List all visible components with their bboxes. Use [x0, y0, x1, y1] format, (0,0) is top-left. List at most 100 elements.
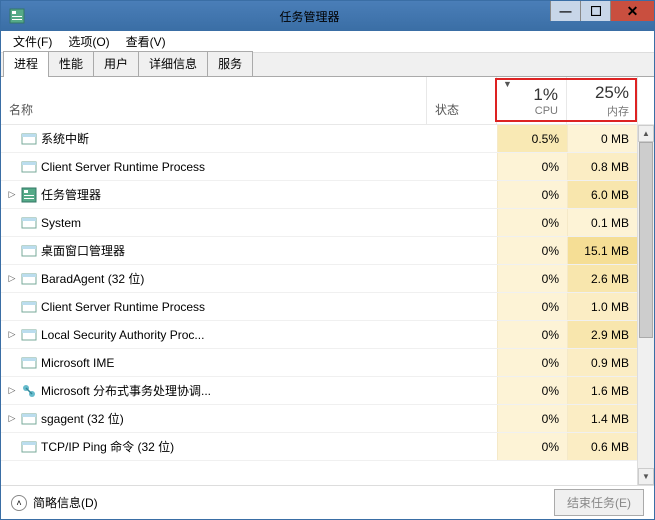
process-name: 系统中断 [41, 130, 89, 147]
process-icon [21, 243, 37, 259]
cpu-label: CPU [535, 105, 558, 117]
tab-processes[interactable]: 进程 [3, 51, 49, 77]
menu-file[interactable]: 文件(F) [5, 31, 60, 52]
mem-total-pct: 25% [595, 83, 629, 103]
table-row[interactable]: ▷BaradAgent (32 位)0%2.6 MB [1, 265, 637, 293]
cell-memory: 0 MB [567, 125, 637, 152]
expand-icon[interactable]: ▷ [7, 329, 17, 340]
process-icon [21, 299, 37, 315]
scroll-down-button[interactable]: ▼ [638, 468, 654, 485]
cpu-total-pct: 1% [533, 85, 558, 105]
scroll-up-button[interactable]: ▲ [638, 125, 654, 142]
expand-icon[interactable]: ▷ [7, 189, 17, 200]
table-row[interactable]: ▷Microsoft 分布式事务处理协调... 0%1.6 MB [1, 377, 637, 405]
table-row[interactable]: ▷任务管理器0%6.0 MB [1, 181, 637, 209]
scroll-track[interactable] [638, 142, 654, 468]
minimize-button[interactable]: — [550, 1, 580, 21]
cell-cpu: 0% [497, 377, 567, 404]
scroll-spacer [637, 77, 654, 124]
tab-performance[interactable]: 性能 [48, 51, 94, 76]
tab-services[interactable]: 服务 [207, 51, 253, 76]
cell-memory: 0.6 MB [567, 433, 637, 460]
cell-memory: 15.1 MB [567, 237, 637, 264]
column-headers: 名称 状态 ▼ 1% CPU 25% 内存 [1, 77, 654, 125]
cell-memory: 0.1 MB [567, 209, 637, 236]
table-row[interactable]: ▷Client Server Runtime Process 0%1.0 MB [1, 293, 637, 321]
process-name: Microsoft IME [41, 356, 114, 370]
tab-details[interactable]: 详细信息 [138, 51, 208, 76]
cell-name: ▷桌面窗口管理器 [1, 242, 427, 259]
table-row[interactable]: ▷Local Security Authority Proc... 0%2.9 M… [1, 321, 637, 349]
process-name: 桌面窗口管理器 [41, 242, 125, 259]
table-row[interactable]: ▷Client Server Runtime Process 0%0.8 MB [1, 153, 637, 181]
maximize-button[interactable] [580, 1, 610, 21]
process-icon [21, 383, 37, 399]
tab-users[interactable]: 用户 [93, 51, 139, 76]
fewer-details-label: 简略信息(D) [33, 494, 98, 511]
scroll-thumb[interactable] [639, 142, 653, 338]
cell-name: ▷Microsoft 分布式事务处理协调... [1, 382, 427, 399]
cell-cpu: 0% [497, 349, 567, 376]
table-row[interactable]: ▷TCP/IP Ping 命令 (32 位) 0%0.6 MB [1, 433, 637, 461]
cell-cpu: 0% [497, 153, 567, 180]
cell-cpu: 0% [497, 181, 567, 208]
chevron-up-icon: ˄ [11, 495, 27, 511]
process-icon [21, 131, 37, 147]
vertical-scrollbar[interactable]: ▲ ▼ [637, 125, 654, 485]
menu-view[interactable]: 查看(V) [118, 31, 174, 52]
window-controls: — ✕ [550, 1, 654, 21]
header-status[interactable]: 状态 [427, 77, 497, 124]
cell-cpu: 0.5% [497, 125, 567, 152]
cell-name: ▷Client Server Runtime Process [1, 299, 427, 315]
table-row[interactable]: ▷Microsoft IME0%0.9 MB [1, 349, 637, 377]
mem-label: 内存 [607, 103, 629, 119]
table-row[interactable]: ▷sgagent (32 位)0%1.4 MB [1, 405, 637, 433]
cell-name: ▷System [1, 215, 427, 231]
process-icon [21, 187, 37, 203]
close-button[interactable]: ✕ [610, 1, 654, 21]
table-row[interactable]: ▷系统中断0.5%0 MB [1, 125, 637, 153]
end-task-button[interactable]: 结束任务(E) [554, 489, 644, 516]
fewer-details-toggle[interactable]: ˄ 简略信息(D) [11, 494, 98, 511]
cell-memory: 0.8 MB [567, 153, 637, 180]
footer-bar: ˄ 简略信息(D) 结束任务(E) [1, 485, 654, 519]
menu-options[interactable]: 选项(O) [60, 31, 117, 52]
cell-name: ▷ 任务管理器 [1, 186, 427, 203]
cell-name: ▷Local Security Authority Proc... [1, 327, 427, 343]
process-name: BaradAgent (32 位) [41, 270, 144, 287]
cell-memory: 1.6 MB [567, 377, 637, 404]
process-name: TCP/IP Ping 命令 (32 位) [41, 438, 174, 455]
cell-cpu: 0% [497, 293, 567, 320]
header-memory[interactable]: 25% 内存 [567, 77, 637, 124]
process-icon [21, 439, 37, 455]
process-rows: ▷系统中断0.5%0 MB▷Client Server Runtime Proc… [1, 125, 637, 485]
tabbar: 进程 性能 用户 详细信息 服务 [1, 53, 654, 77]
process-icon [21, 159, 37, 175]
cell-cpu: 0% [497, 405, 567, 432]
cell-memory: 0.9 MB [567, 349, 637, 376]
process-name: 任务管理器 [41, 186, 101, 203]
expand-icon[interactable]: ▷ [7, 413, 17, 424]
table-row[interactable]: ▷桌面窗口管理器0%15.1 MB [1, 237, 637, 265]
process-table-body: ▷系统中断0.5%0 MB▷Client Server Runtime Proc… [1, 125, 654, 485]
process-name: Client Server Runtime Process [41, 160, 205, 174]
cell-cpu: 0% [497, 433, 567, 460]
header-name[interactable]: 名称 [1, 77, 427, 124]
sort-indicator-icon: ▼ [503, 79, 512, 89]
titlebar[interactable]: 任务管理器 — ✕ [1, 1, 654, 31]
cell-name: ▷Client Server Runtime Process [1, 159, 427, 175]
cell-name: ▷TCP/IP Ping 命令 (32 位) [1, 438, 427, 455]
process-icon [21, 355, 37, 371]
cell-cpu: 0% [497, 321, 567, 348]
process-icon [21, 271, 37, 287]
cell-memory: 2.9 MB [567, 321, 637, 348]
expand-icon[interactable]: ▷ [7, 273, 17, 284]
cell-cpu: 0% [497, 265, 567, 292]
expand-icon[interactable]: ▷ [7, 385, 17, 396]
cell-name: ▷sgagent (32 位) [1, 410, 427, 427]
cell-memory: 1.0 MB [567, 293, 637, 320]
table-row[interactable]: ▷System0%0.1 MB [1, 209, 637, 237]
cell-name: ▷ BaradAgent (32 位) [1, 270, 427, 287]
process-icon [21, 215, 37, 231]
header-cpu[interactable]: ▼ 1% CPU [497, 77, 567, 124]
